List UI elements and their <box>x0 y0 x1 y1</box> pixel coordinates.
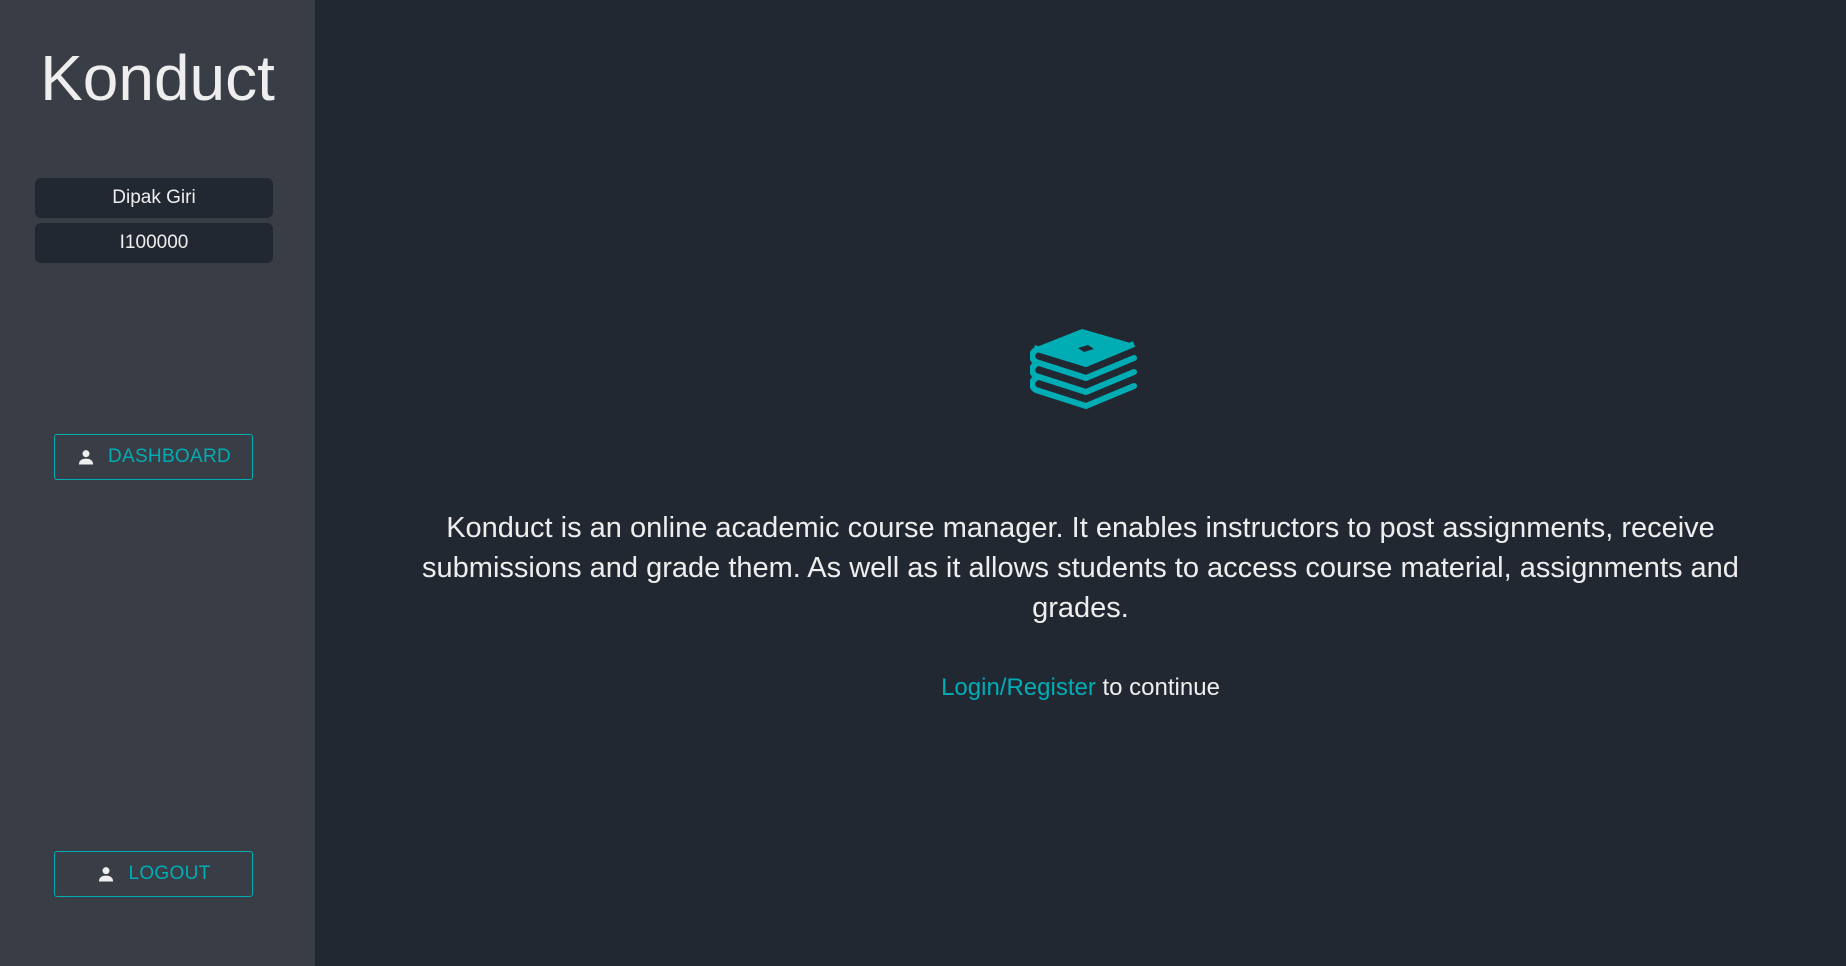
logout-button-label: LOGOUT <box>128 863 211 884</box>
app-root: Konduct Dipak Giri I100000 DASHBOARD LOG… <box>0 0 1846 966</box>
user-name-chip: Dipak Giri <box>35 178 273 218</box>
dashboard-button-label: DASHBOARD <box>107 446 232 467</box>
login-prompt: Login/Register to continue <box>315 671 1846 705</box>
books-stack-icon <box>1029 326 1138 414</box>
user-id-chip: I100000 <box>35 223 273 263</box>
brand-title: Konduct <box>40 42 275 114</box>
main-content: Konduct is an online academic course man… <box>315 0 1846 966</box>
sidebar: Konduct Dipak Giri I100000 DASHBOARD LOG… <box>0 0 315 966</box>
login-prompt-suffix: to continue <box>1095 674 1220 701</box>
person-icon <box>96 864 116 884</box>
dashboard-button[interactable]: DASHBOARD <box>54 434 253 480</box>
app-description: Konduct is an online academic course man… <box>422 512 1739 624</box>
logout-button[interactable]: LOGOUT <box>54 851 253 897</box>
person-icon <box>76 447 96 467</box>
login-register-link[interactable]: Login/Register <box>941 674 1096 701</box>
